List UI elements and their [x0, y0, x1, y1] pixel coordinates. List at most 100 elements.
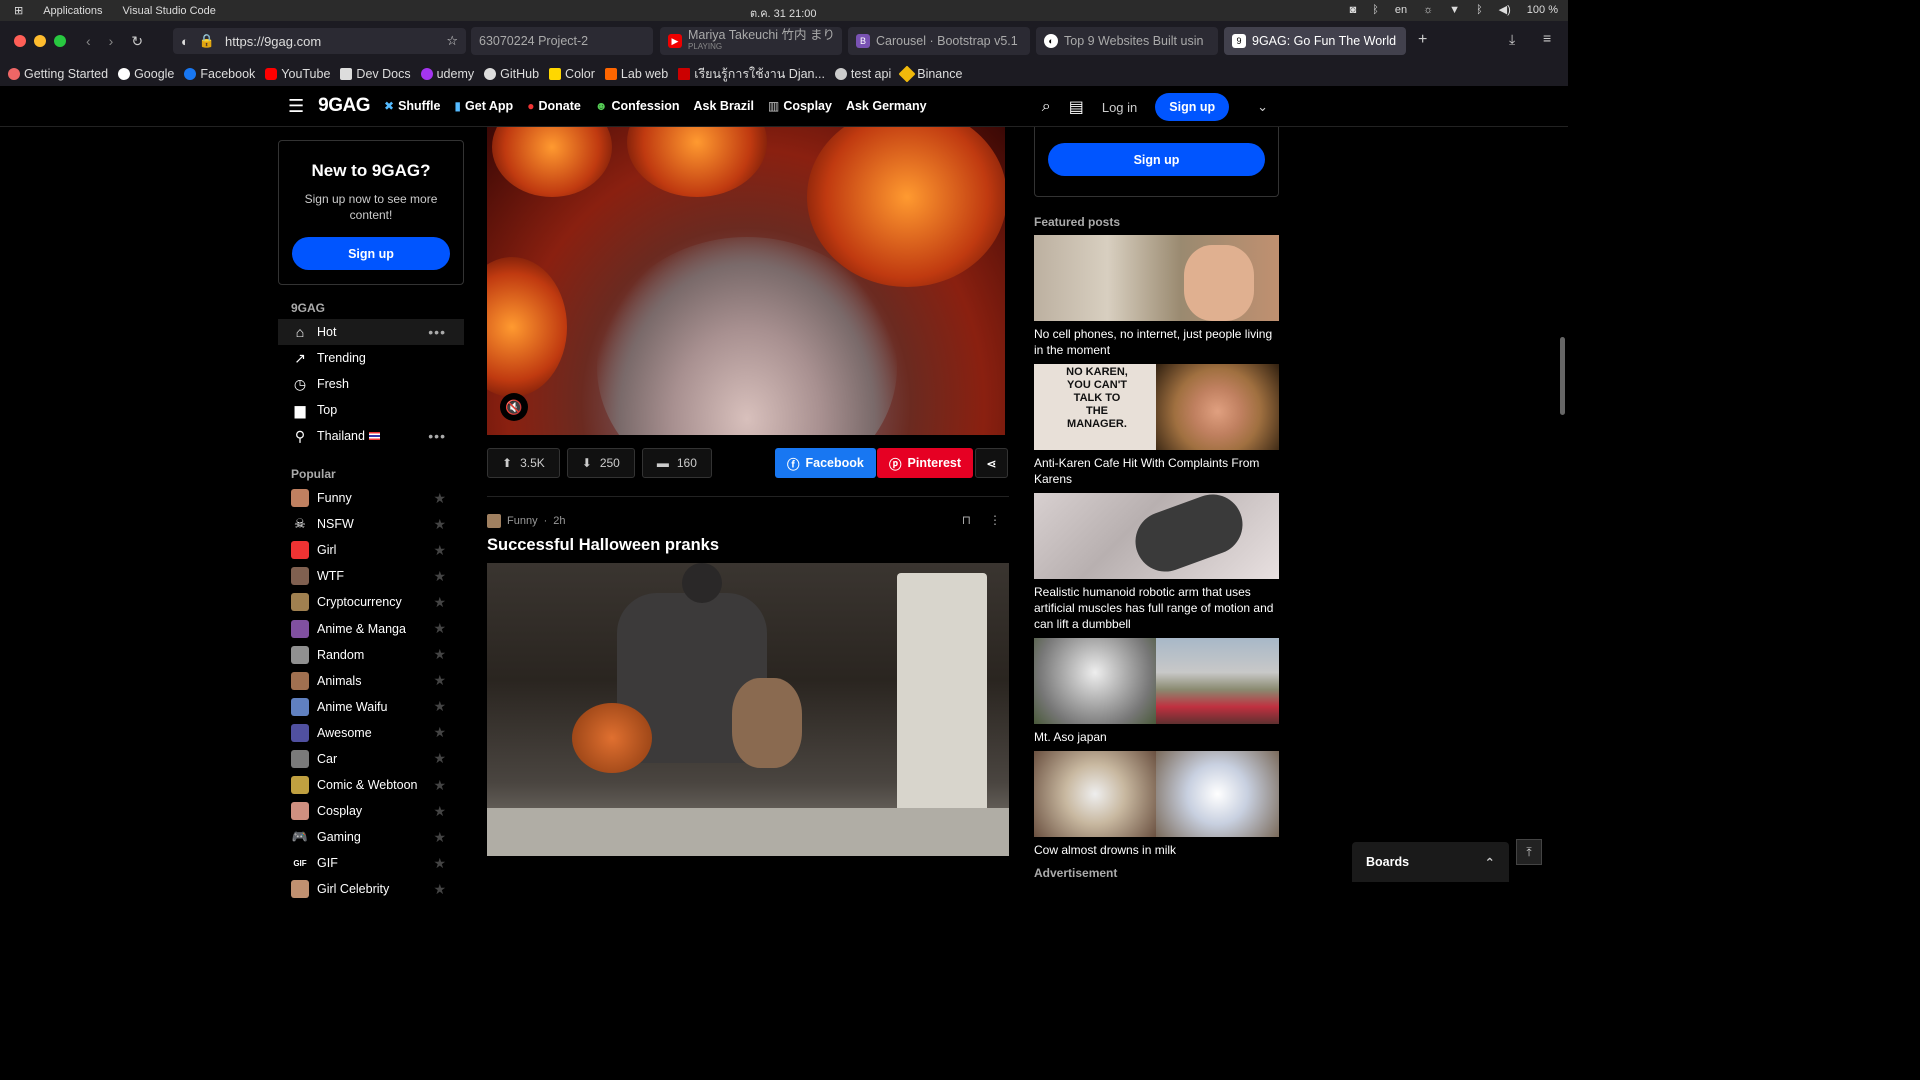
scrollbar[interactable]: [1560, 337, 1565, 415]
popular-item-girl[interactable]: Girl ★: [278, 537, 464, 563]
featured-caption[interactable]: Cow almost drowns in milk: [1034, 842, 1279, 858]
tab-9gag[interactable]: 9 9GAG: Go Fun The World: [1224, 27, 1406, 55]
nav-get-app[interactable]: ▮ Get App: [454, 99, 513, 113]
bluetooth-tray-icon[interactable]: ᛒ: [1372, 4, 1379, 16]
site-logo[interactable]: 9GAG: [318, 95, 370, 117]
pinterest-share-button[interactable]: ⓟ Pinterest: [877, 448, 974, 478]
sidebar-item-trending[interactable]: ↗ Trending: [278, 345, 464, 371]
sidebar-item-thailand[interactable]: ⚲ Thailand •••: [278, 423, 464, 449]
favorite-star-icon[interactable]: ★: [433, 724, 446, 741]
bookmark-github[interactable]: GitHub: [484, 67, 539, 81]
nav-ask-brazil[interactable]: Ask Brazil: [694, 99, 754, 113]
popular-item-funny[interactable]: Funny ★: [278, 485, 464, 511]
mute-icon[interactable]: 🔇: [500, 393, 528, 421]
hamburger-icon[interactable]: ☰: [288, 96, 304, 117]
right-signup-button[interactable]: Sign up: [1048, 143, 1265, 176]
favorite-star-icon[interactable]: ★: [433, 490, 446, 507]
sidebar-item-hot[interactable]: ⌂ Hot •••: [278, 319, 464, 345]
downvote-button[interactable]: ⬇ 250: [566, 448, 635, 478]
popular-item-comic-webtoon[interactable]: Comic & Webtoon ★: [278, 772, 464, 798]
featured-post[interactable]: No cell phones, no internet, just people…: [1034, 235, 1279, 358]
minimize-window-button[interactable]: [34, 35, 46, 47]
favorite-star-icon[interactable]: ★: [433, 750, 446, 767]
featured-post[interactable]: Cow almost drowns in milk: [1034, 751, 1279, 858]
bookmark-udemy[interactable]: udemy: [420, 67, 474, 81]
popular-item-random[interactable]: Random ★: [278, 642, 464, 668]
featured-thumbnail[interactable]: [1034, 235, 1279, 321]
featured-thumbnail[interactable]: NO KAREN, YOU CAN'T TALK TO THE MANAGER.: [1034, 364, 1279, 450]
featured-post[interactable]: Realistic humanoid robotic arm that uses…: [1034, 493, 1279, 632]
section-avatar[interactable]: [487, 514, 501, 528]
featured-thumbnail[interactable]: [1034, 493, 1279, 579]
bookmark-youtube[interactable]: YouTube: [265, 67, 330, 81]
favorite-star-icon[interactable]: ★: [433, 542, 446, 559]
bookmark-dev-docs[interactable]: Dev Docs: [340, 67, 411, 81]
share-button[interactable]: ⋖: [975, 448, 1008, 478]
upvote-button[interactable]: ⬆ 3.5K: [487, 448, 560, 478]
chevron-up-icon[interactable]: ⌃: [1485, 855, 1495, 870]
facebook-share-button[interactable]: ⓕ Facebook: [775, 448, 876, 478]
boards-panel[interactable]: Boards ⌃: [1352, 842, 1509, 882]
search-icon[interactable]: ⌕: [1042, 98, 1051, 116]
bookmark-django[interactable]: เรียนรู้การใช้งาน Djan...: [678, 64, 825, 84]
featured-thumbnail[interactable]: [1034, 638, 1279, 724]
scroll-to-top-icon[interactable]: ⤒: [1516, 839, 1542, 865]
popular-item-cosplay[interactable]: Cosplay ★: [278, 798, 464, 824]
bookmark-getting-started[interactable]: Getting Started: [8, 67, 108, 81]
menu-icon[interactable]: ≡: [1543, 30, 1551, 46]
download-icon[interactable]: ⤓: [1509, 31, 1515, 48]
featured-post[interactable]: NO KAREN, YOU CAN'T TALK TO THE MANAGER.…: [1034, 364, 1279, 487]
sidebar-signup-button[interactable]: Sign up: [292, 237, 450, 270]
lock-icon[interactable]: 🔒: [199, 33, 215, 49]
featured-thumbnail[interactable]: [1034, 751, 1279, 837]
tab-websites[interactable]: ◐ Top 9 Websites Built usin: [1036, 27, 1218, 55]
favorite-star-icon[interactable]: ★: [433, 672, 446, 689]
header-signup-button[interactable]: Sign up: [1155, 93, 1230, 121]
post-video-1[interactable]: 🔇: [487, 127, 1005, 435]
bookmark-color[interactable]: Color: [549, 67, 595, 81]
clock[interactable]: ต.ค. 31 21:00: [750, 4, 817, 22]
popular-item-cryptocurrency[interactable]: Cryptocurrency ★: [278, 589, 464, 615]
favorite-star-icon[interactable]: ★: [433, 516, 446, 533]
favorite-star-icon[interactable]: ★: [433, 855, 446, 872]
favorite-star-icon[interactable]: ★: [433, 594, 446, 611]
tab-project[interactable]: 63070224 Project-2: [471, 27, 653, 55]
url-bar[interactable]: ◐ 🔒 https://9gag.com ☆: [173, 28, 466, 54]
bookmark-binance[interactable]: Binance: [898, 65, 962, 82]
featured-caption[interactable]: No cell phones, no internet, just people…: [1034, 326, 1279, 358]
featured-caption[interactable]: Realistic humanoid robotic arm that uses…: [1034, 584, 1279, 632]
battery-indicator[interactable]: 100 %: [1527, 4, 1558, 16]
language-indicator[interactable]: en: [1395, 4, 1407, 16]
favorite-star-icon[interactable]: ★: [433, 568, 446, 585]
close-window-button[interactable]: [14, 35, 26, 47]
popular-item-anime-waifu[interactable]: Anime Waifu ★: [278, 694, 464, 720]
featured-caption[interactable]: Anti-Karen Cafe Hit With Complaints From…: [1034, 455, 1279, 487]
nav-shuffle[interactable]: ✖ Shuffle: [384, 99, 440, 113]
shield-icon[interactable]: ◐: [181, 34, 189, 49]
nav-donate[interactable]: ● Donate: [527, 99, 581, 113]
login-link[interactable]: Log in: [1102, 100, 1137, 115]
post-video-2[interactable]: [487, 563, 1009, 856]
chat-icon[interactable]: ▤: [1069, 97, 1084, 117]
popular-item-wtf[interactable]: WTF ★: [278, 563, 464, 589]
forward-icon[interactable]: ›: [109, 33, 114, 50]
popular-item-car[interactable]: Car ★: [278, 746, 464, 772]
favorite-star-icon[interactable]: ★: [433, 646, 446, 663]
post-section[interactable]: Funny: [507, 515, 538, 527]
bluetooth-icon[interactable]: ᛒ: [1476, 4, 1483, 16]
bookmark-lab-web[interactable]: Lab web: [604, 67, 668, 81]
bookmark-google[interactable]: Google: [118, 67, 174, 81]
favorite-star-icon[interactable]: ★: [433, 777, 446, 794]
more-icon[interactable]: •••: [428, 428, 446, 444]
featured-caption[interactable]: Mt. Aso japan: [1034, 729, 1279, 745]
popular-item-gaming[interactable]: 🎮 Gaming ★: [278, 824, 464, 850]
favorite-star-icon[interactable]: ★: [433, 620, 446, 637]
favorite-star-icon[interactable]: ★: [433, 698, 446, 715]
sidebar-item-top[interactable]: ▆ Top: [278, 397, 464, 423]
comment-button[interactable]: ▬ 160: [641, 448, 712, 478]
more-icon[interactable]: •••: [428, 324, 446, 340]
wifi-icon[interactable]: ▼: [1449, 4, 1460, 16]
chevron-down-icon[interactable]: ⌄: [1257, 99, 1268, 115]
popular-item-girl-celebrity[interactable]: Girl Celebrity ★: [278, 876, 464, 902]
back-icon[interactable]: ‹: [86, 33, 91, 50]
